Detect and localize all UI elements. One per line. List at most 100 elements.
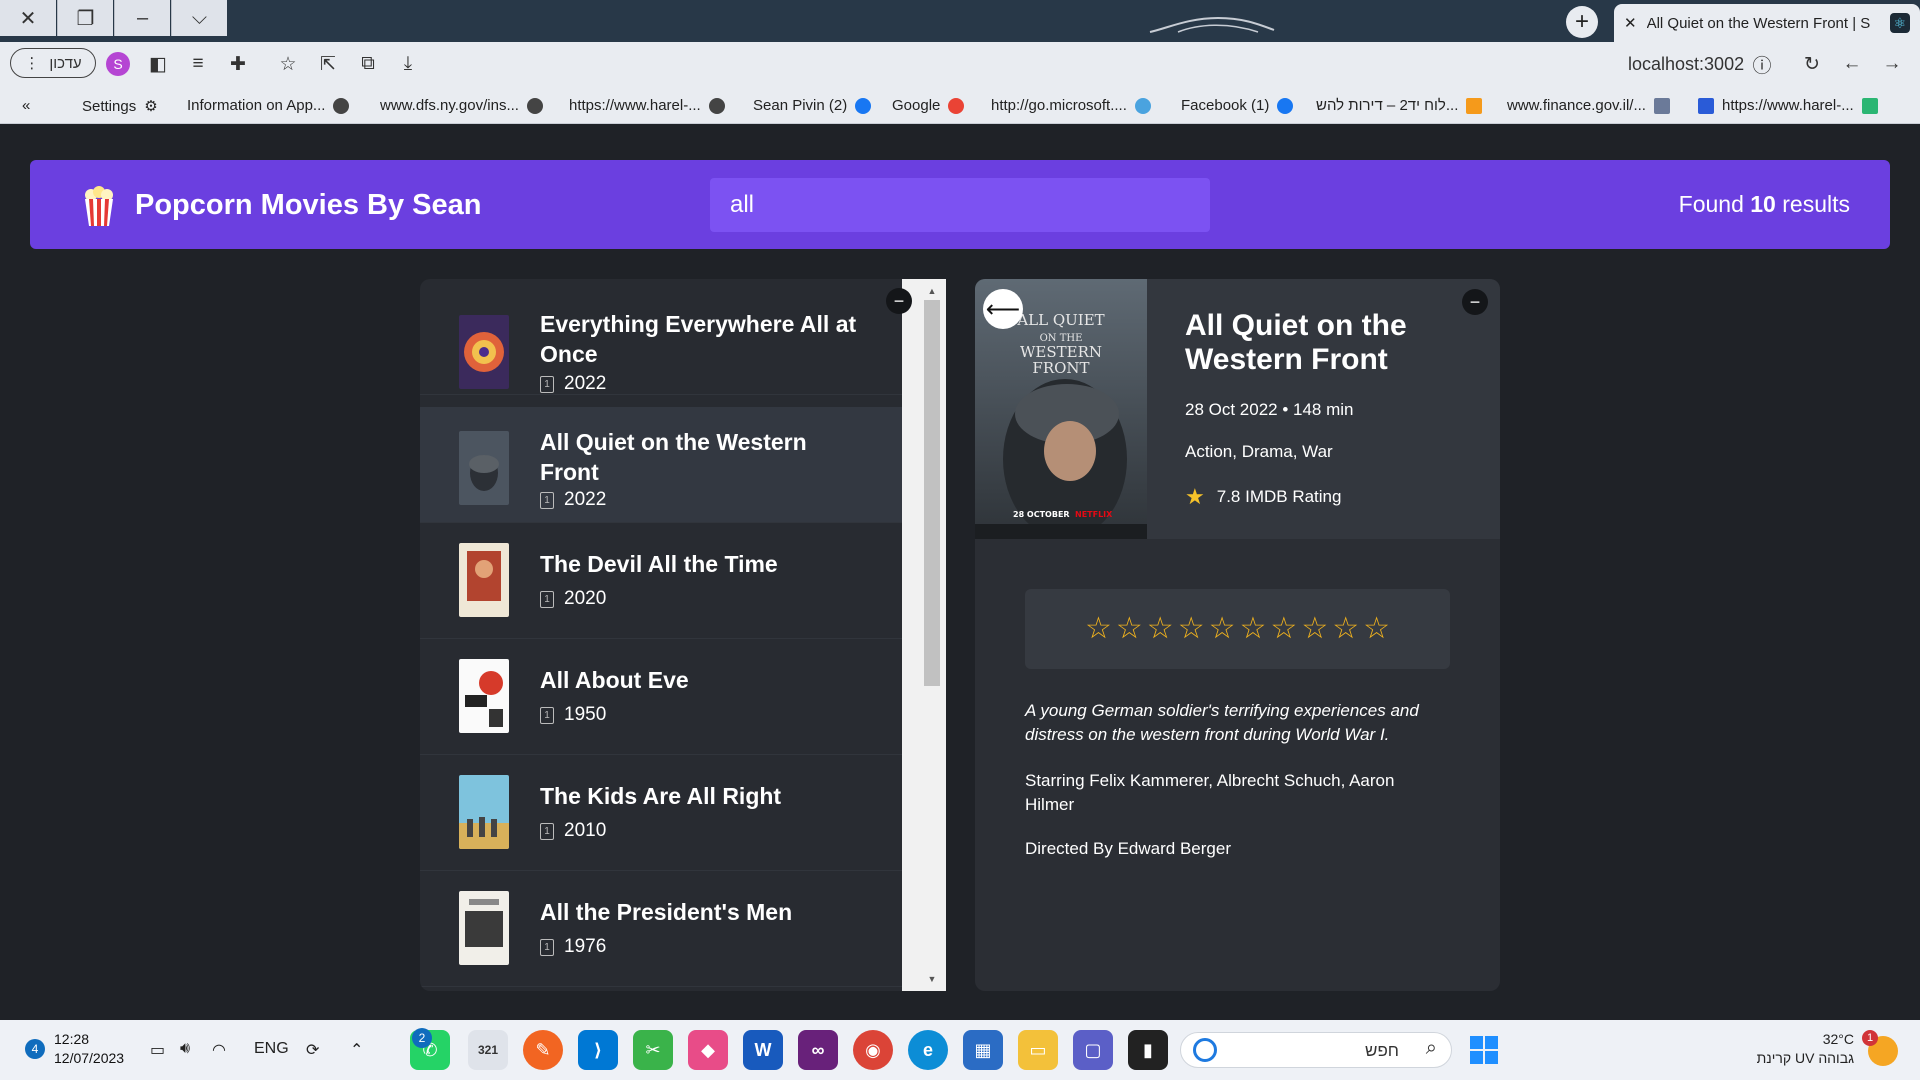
bookmark-item[interactable]: https://www.harel-...	[569, 97, 725, 114]
weather-widget[interactable]: 32°C קרינת UV גבוהה	[1757, 1030, 1854, 1068]
chevron-up-icon[interactable]: ⌃	[350, 1040, 363, 1060]
edge-icon	[1134, 97, 1151, 114]
scroll-up-arrow-icon[interactable]: ▲	[924, 283, 940, 299]
rating-star-4[interactable]: ☆	[1178, 614, 1205, 644]
forward-arrow-icon[interactable]: →	[1880, 52, 1904, 76]
bookmark-item[interactable]: לוח יד2 – דירות להש...	[1316, 97, 1483, 114]
search-placeholder: חפש	[1365, 1041, 1399, 1060]
search-icon: ⌕	[1425, 1037, 1437, 1059]
vscode-icon[interactable]: ⟩	[578, 1030, 618, 1070]
new-tab-button[interactable]: +	[1566, 6, 1598, 38]
visual-studio-icon[interactable]: ∞	[798, 1030, 838, 1070]
bookmark-item[interactable]: Facebook (1)	[1181, 97, 1294, 114]
wifi-icon[interactable]: ◠	[212, 1040, 226, 1060]
bookmark-item[interactable]: Sean Pivin (2)	[753, 97, 872, 114]
windows-start-icon[interactable]	[1470, 1036, 1498, 1064]
active-tab[interactable]: ✕ All Quiet on the Western Front | S ⚛	[1614, 4, 1920, 42]
taskbar-search[interactable]: חפש ⌕	[1180, 1032, 1452, 1068]
back-arrow-icon[interactable]: ←	[1840, 52, 1864, 76]
movie-title: Everything Everywhere All at Once	[540, 311, 857, 367]
update-button[interactable]: ⋮ עדכון	[10, 48, 96, 78]
reload-icon[interactable]: ↻	[1800, 52, 1824, 76]
bookmark-item[interactable]: Settings ⚙	[82, 97, 158, 116]
profile-avatar[interactable]: S	[106, 52, 130, 76]
gov-icon	[1653, 97, 1670, 114]
url-field[interactable]: localhost:3002	[1628, 54, 1744, 75]
chrome-icon[interactable]: ◉	[853, 1030, 893, 1070]
scroll-down-arrow-icon[interactable]: ▼	[924, 971, 940, 987]
movie-list-item[interactable]: The Devil All the Time 1 2020	[420, 523, 902, 639]
bing-icon	[1193, 1038, 1217, 1062]
restore-window-button[interactable]: ❐	[57, 0, 113, 36]
bookmark-item[interactable]: Information on App...	[187, 97, 350, 114]
bookmark-item[interactable]: https://www.harel-...	[1698, 97, 1878, 114]
rating-star-2[interactable]: ☆	[1116, 614, 1143, 644]
rating-star-9[interactable]: ☆	[1332, 614, 1359, 644]
taskbar-clock[interactable]: 12:28 12/07/2023	[54, 1030, 124, 1068]
store-icon[interactable]: ▦	[963, 1030, 1003, 1070]
snipping-tool-icon[interactable]: ✂	[633, 1030, 673, 1070]
tab-close-icon[interactable]: ✕	[1624, 14, 1637, 32]
teams-icon[interactable]: ▢	[1073, 1030, 1113, 1070]
extensions-icon[interactable]: ✚	[226, 52, 250, 76]
tab-list-chevron-icon[interactable]: ⌵	[171, 0, 227, 36]
weather-badge: 1	[1862, 1030, 1878, 1046]
poster-brand: NETFLIX	[1075, 510, 1113, 519]
sidebar-icon[interactable]: ◧	[146, 52, 170, 76]
battery-icon[interactable]: ▭	[150, 1040, 165, 1060]
volume-icon[interactable]: 🔊︎	[180, 1040, 190, 1058]
bookmark-item[interactable]: www.dfs.ny.gov/ins...	[380, 97, 543, 114]
rating-star-6[interactable]: ☆	[1240, 614, 1267, 644]
movie-list-item[interactable]: All About Eve 1 1950	[420, 639, 902, 755]
install-app-icon[interactable]: ⤓	[396, 52, 420, 76]
notification-badge[interactable]: 4	[25, 1039, 45, 1059]
movie-year: 1 2022	[540, 489, 606, 511]
movie-list-item[interactable]: All Quiet on the Western Front 1 2022	[420, 407, 902, 523]
close-window-button[interactable]: ✕	[0, 0, 56, 36]
sync-icon[interactable]: ⟳	[306, 1040, 319, 1060]
detail-plot: A young German soldier's terrifying expe…	[1025, 701, 1419, 744]
movie-list-item[interactable]: All the President's Men 1 1976	[420, 871, 902, 987]
postman-icon[interactable]: ✎	[523, 1030, 563, 1070]
movie-title: All the President's Men	[540, 899, 793, 925]
rating-star-1[interactable]: ☆	[1085, 614, 1112, 644]
share-icon[interactable]: ⇱	[316, 52, 340, 76]
rating-star-7[interactable]: ☆	[1270, 614, 1297, 644]
figma-icon[interactable]: ◆	[688, 1030, 728, 1070]
site-info-icon[interactable]: ⓘ	[1750, 52, 1774, 77]
calendar-icon: 1	[540, 590, 554, 608]
minimize-window-button[interactable]: –	[114, 0, 170, 36]
detail-header: ALL QUIET ON THE WESTERN FRONT 28 OCTOBE…	[975, 279, 1500, 539]
movie-year: 1 1976	[540, 936, 606, 958]
calendar-icon: 1	[540, 938, 554, 956]
edge-icon[interactable]: e	[908, 1030, 948, 1070]
back-arrow-button[interactable]: ⟵	[983, 289, 1023, 329]
car-logo-icon	[1149, 16, 1275, 33]
rating-star-8[interactable]: ☆	[1301, 614, 1328, 644]
bookmark-item[interactable]: http://go.microsoft....	[991, 97, 1151, 114]
search-input[interactable]	[710, 178, 1210, 232]
language-indicator[interactable]: ENG	[254, 1040, 289, 1058]
translate-icon[interactable]: ⧉	[356, 52, 380, 76]
calendar-app-icon[interactable]: 321	[468, 1030, 508, 1070]
terminal-icon[interactable]: ▮	[1128, 1030, 1168, 1070]
results-count: Found 10 results	[1678, 191, 1850, 217]
bookmark-star-icon[interactable]: ☆	[276, 52, 300, 76]
bookmarks-chevron-icon[interactable]: «	[22, 97, 30, 114]
file-explorer-icon[interactable]: ▭	[1018, 1030, 1058, 1070]
movie-year: 1 2010	[540, 820, 606, 842]
movie-list-item[interactable]: Everything Everywhere All at Once 1 2022	[420, 279, 902, 395]
detail-collapse-button[interactable]: −	[1462, 289, 1488, 315]
calendar-icon: 1	[540, 706, 554, 724]
rating-star-5[interactable]: ☆	[1209, 614, 1236, 644]
bookmark-item[interactable]: Google	[892, 97, 965, 114]
reading-list-icon[interactable]: ≡	[186, 52, 210, 76]
list-scrollbar-thumb[interactable]	[924, 300, 940, 686]
rating-star-3[interactable]: ☆	[1147, 614, 1174, 644]
list-collapse-button[interactable]: −	[886, 288, 912, 314]
bookmark-item[interactable]: www.finance.gov.il/...	[1507, 97, 1670, 114]
movie-title: All About Eve	[540, 667, 689, 693]
movie-list-item[interactable]: The Kids Are All Right 1 2010	[420, 755, 902, 871]
rating-star-10[interactable]: ☆	[1363, 614, 1390, 644]
word-icon[interactable]: W	[743, 1030, 783, 1070]
